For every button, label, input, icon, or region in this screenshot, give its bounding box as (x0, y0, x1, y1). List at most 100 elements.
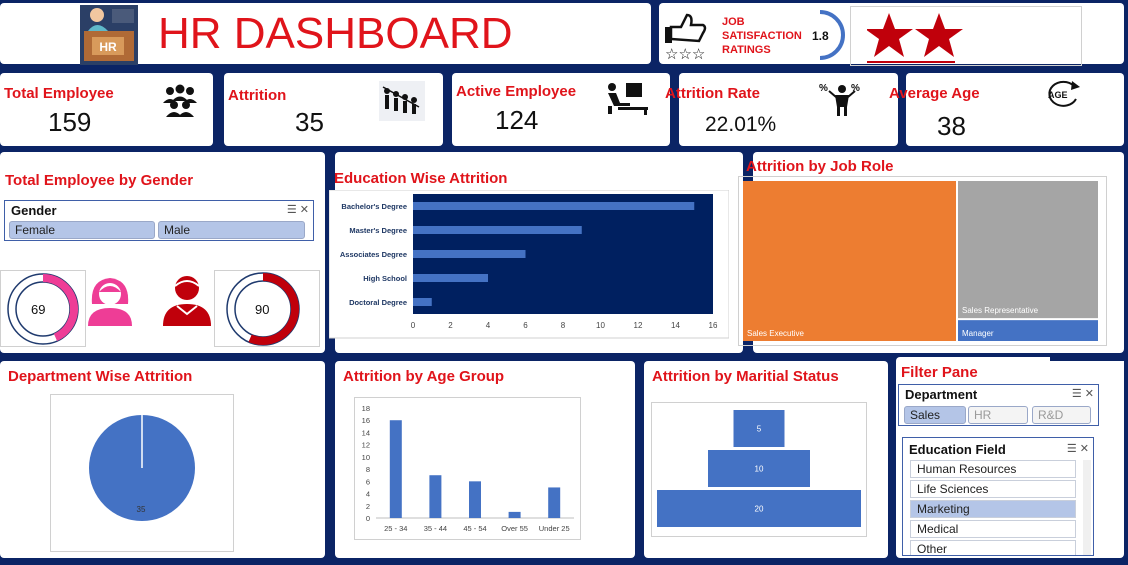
kpi-active-employee: Active Employee 124 (452, 73, 670, 146)
header-panel: HR HR DASHBOARD (0, 3, 651, 65)
education-option-human-resources[interactable]: Human Resources (910, 460, 1076, 478)
tick-label: 2 (448, 321, 453, 330)
filter-pane: Filter Pane Department ☰ ✕ Sales HR R&D … (896, 357, 1124, 558)
female-avatar-icon (88, 278, 132, 326)
svg-text:HR: HR (99, 40, 117, 54)
tick-label: 6 (366, 477, 370, 486)
age-group-chart: 0 2 4 6 8 10 12 14 16 18 25 - 34 35 - 44 45 - 54 Over… (362, 404, 574, 533)
treemap-label: Manager (962, 329, 994, 338)
slicer-multiselect-icon[interactable]: ☰ ✕ (287, 203, 309, 216)
department-slicer: Department ☰ ✕ Sales HR R&D (898, 384, 1099, 426)
education-attrition-chart: Bachelor's Degree Master's Degree Associat… (329, 190, 729, 339)
education-field-scrollbar[interactable] (1083, 460, 1091, 555)
kpi-value: 159 (48, 107, 92, 137)
kpi-attrition-rate: Attrition Rate 22.01% % % (665, 73, 898, 146)
tick-label: 14 (362, 428, 370, 437)
education-attrition-panel: Education Wise Attrition Bachelor's Degr… (329, 152, 743, 353)
category-label: 35 - 44 (424, 524, 447, 533)
bar (508, 511, 521, 518)
male-avatar-icon (163, 276, 211, 326)
job-role-treemap: Sales Executive Sales Representative Manag… (743, 181, 1098, 341)
svg-text:AGE: AGE (1048, 90, 1068, 100)
gender-slicer: Gender ☰ ✕ Female Male (4, 200, 314, 241)
kpi-value: 38 (937, 111, 966, 141)
people-group-icon (163, 84, 197, 117)
tick-label: 0 (366, 514, 370, 523)
rating-stars (867, 13, 963, 57)
kpi-value: 124 (495, 105, 539, 135)
job-role-panel: Attrition by Job Role Sales Executive Sal… (738, 152, 1124, 353)
svg-text:%: % (819, 83, 828, 94)
tick-label: 2 (366, 502, 370, 511)
hr-desk-icon: HR (80, 5, 138, 65)
tick-label: 4 (366, 490, 370, 499)
treemap-label: Sales Executive (747, 329, 804, 338)
bar (389, 420, 402, 518)
education-option-medical[interactable]: Medical (910, 520, 1076, 538)
bar (429, 475, 442, 518)
category-label: Doctoral Degree (349, 298, 407, 307)
marital-status-funnel: 5 10 20 (657, 410, 861, 527)
age-group-title: Attrition by Age Group (343, 368, 505, 385)
kpi-average-age: Average Age 38 AGE (889, 73, 1124, 146)
rating-stars-box (850, 6, 1082, 66)
education-field-slicer-title: Education Field (909, 442, 1006, 457)
kpi-value: 35 (295, 107, 324, 137)
education-option-marketing[interactable]: Marketing (910, 500, 1076, 518)
kpi-attrition: Attrition 35 (224, 73, 443, 146)
tick-label: 4 (486, 321, 491, 330)
tick-label: 12 (362, 441, 370, 450)
gender-panel-title: Total Employee by Gender (5, 172, 194, 189)
attrition-people-icon (379, 81, 425, 121)
category-label: Bachelor's Degree (341, 202, 407, 211)
bar (548, 487, 561, 518)
education-option-life-sciences[interactable]: Life Sciences (910, 480, 1076, 498)
kpi-label: Attrition Rate (665, 85, 760, 102)
education-option-other[interactable]: Other (910, 540, 1076, 555)
category-label: 45 - 54 (463, 524, 486, 533)
filter-pane-divider (1050, 357, 1124, 361)
tick-label: 6 (523, 321, 528, 330)
category-label: Under 25 (539, 524, 570, 533)
star-icon (867, 13, 913, 57)
age-icon: AGE (1048, 80, 1080, 107)
age-group-panel: Attrition by Age Group 0 2 4 6 8 10 12 14 16 18 25… (335, 361, 635, 558)
female-count: 69 (31, 302, 46, 317)
tick-label: 18 (362, 404, 370, 413)
tick-label: 16 (709, 321, 718, 330)
male-count: 90 (255, 302, 270, 317)
department-pie-chart: 35 (89, 415, 195, 521)
slicer-clear-filter-icon[interactable]: ☰ ✕ (1072, 387, 1094, 400)
gender-slicer-title: Gender (11, 203, 57, 218)
gender-option-female[interactable]: Female (9, 221, 155, 239)
tick-label: 16 (362, 416, 370, 425)
rating-label: JOB SATISFACTION RATINGS (722, 16, 802, 56)
department-option-rd[interactable]: R&D (1032, 406, 1091, 424)
kpi-value: 22.01% (705, 113, 777, 136)
kpi-label: Average Age (889, 85, 980, 102)
kpi-total-employee: Total Employee 159 (0, 73, 213, 146)
department-slicer-title: Department (905, 387, 978, 402)
kpi-label: Active Employee (456, 83, 577, 100)
percent-person-icon: % % (819, 83, 860, 116)
gender-panel: Total Employee by Gender Gender ☰ ✕ Fema… (0, 152, 325, 353)
slicer-clear-filter-icon[interactable]: ☰ ✕ (1067, 442, 1089, 455)
category-label: High School (363, 274, 407, 283)
treemap-label: Sales Representative (962, 306, 1039, 315)
category-label: Master's Degree (349, 226, 407, 235)
gender-option-male[interactable]: Male (158, 221, 305, 239)
funnel-label: 5 (757, 425, 762, 434)
marital-status-panel: Attrition by Maritial Status 5 10 20 (644, 361, 888, 558)
page-title: HR DASHBOARD (158, 9, 513, 58)
thumbs-up-icon: ☆☆☆ (665, 13, 707, 61)
tick-label: 8 (561, 321, 566, 330)
bar (469, 481, 481, 518)
department-option-sales[interactable]: Sales (904, 406, 966, 424)
filter-pane-title: Filter Pane (901, 364, 978, 381)
star-icon (915, 13, 963, 57)
kpi-label: Total Employee (4, 85, 114, 102)
category-label: Over 55 (501, 524, 528, 533)
department-option-hr[interactable]: HR (968, 406, 1028, 424)
funnel-label: 10 (755, 465, 764, 474)
treemap-tile (743, 181, 956, 341)
